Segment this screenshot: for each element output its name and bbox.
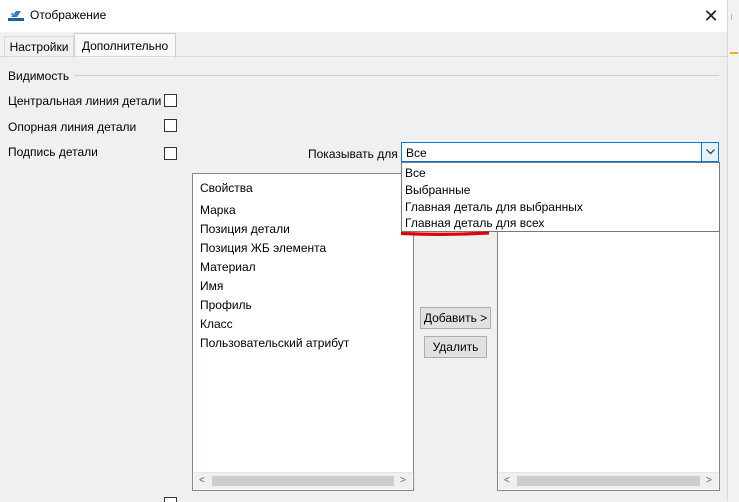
visibility-section-label: Видимость	[8, 69, 70, 83]
properties-header: Свойства	[200, 181, 253, 195]
close-button[interactable]: ✕	[696, 2, 726, 30]
show-for-dropdown: Все Выбранные Главная деталь для выбранн…	[401, 162, 720, 232]
horizontal-scrollbar[interactable]: < >	[499, 472, 718, 489]
show-for-value: Все	[406, 146, 427, 160]
scroll-left-arrow[interactable]: <	[199, 475, 205, 486]
app-icon	[8, 9, 24, 23]
title-bar: Отображение ✕	[0, 0, 727, 32]
scroll-thumb[interactable]	[212, 476, 394, 486]
reference-line-checkbox[interactable]	[164, 119, 177, 132]
show-for-select[interactable]: Все	[401, 142, 719, 162]
dropdown-option[interactable]: Главная деталь для всех	[405, 215, 544, 231]
center-line-checkbox[interactable]	[164, 94, 177, 107]
dropdown-option[interactable]: Все	[405, 165, 426, 181]
list-item[interactable]: Пользовательский атрибут	[200, 336, 349, 350]
list-item[interactable]: Класс	[200, 317, 233, 331]
window-title: Отображение	[30, 8, 107, 22]
section-divider	[74, 75, 719, 76]
remove-button[interactable]: Удалить	[424, 336, 487, 358]
horizontal-scrollbar[interactable]: < >	[194, 472, 412, 489]
bottom-checkbox[interactable]	[164, 497, 177, 502]
scroll-right-arrow[interactable]: >	[400, 475, 406, 486]
list-item[interactable]: Позиция детали	[200, 222, 290, 236]
tab-bar: Настройки Дополнительно	[0, 32, 727, 58]
dropdown-option[interactable]: Главная деталь для выбранных	[405, 199, 583, 215]
properties-listbox[interactable]: Свойства Марка Позиция детали Позиция ЖБ…	[192, 173, 414, 491]
list-item[interactable]: Материал	[200, 260, 256, 274]
dropdown-option[interactable]: Выбранные	[405, 182, 470, 198]
list-item[interactable]: Позиция ЖБ элемента	[200, 241, 326, 255]
scroll-left-arrow[interactable]: <	[504, 475, 510, 486]
list-item[interactable]: Имя	[200, 279, 223, 293]
tab-advanced[interactable]: Дополнительно	[74, 33, 176, 58]
tab-settings[interactable]: Настройки	[4, 36, 74, 58]
part-label-label: Подпись детали	[8, 145, 98, 159]
center-line-label: Центральная линия детали	[8, 94, 162, 108]
chevron-down-icon[interactable]	[701, 143, 718, 161]
add-button[interactable]: Добавить >	[420, 307, 491, 329]
reference-line-label: Опорная линия детали	[8, 120, 137, 134]
part-label-checkbox[interactable]	[164, 147, 177, 160]
show-for-label: Показывать для	[308, 147, 398, 161]
scroll-thumb[interactable]	[517, 476, 700, 486]
background-window-edge	[727, 0, 739, 501]
scroll-right-arrow[interactable]: >	[706, 475, 712, 486]
annotation-underline	[401, 231, 489, 236]
list-item[interactable]: Марка	[200, 203, 236, 217]
list-item[interactable]: Профиль	[200, 298, 252, 312]
